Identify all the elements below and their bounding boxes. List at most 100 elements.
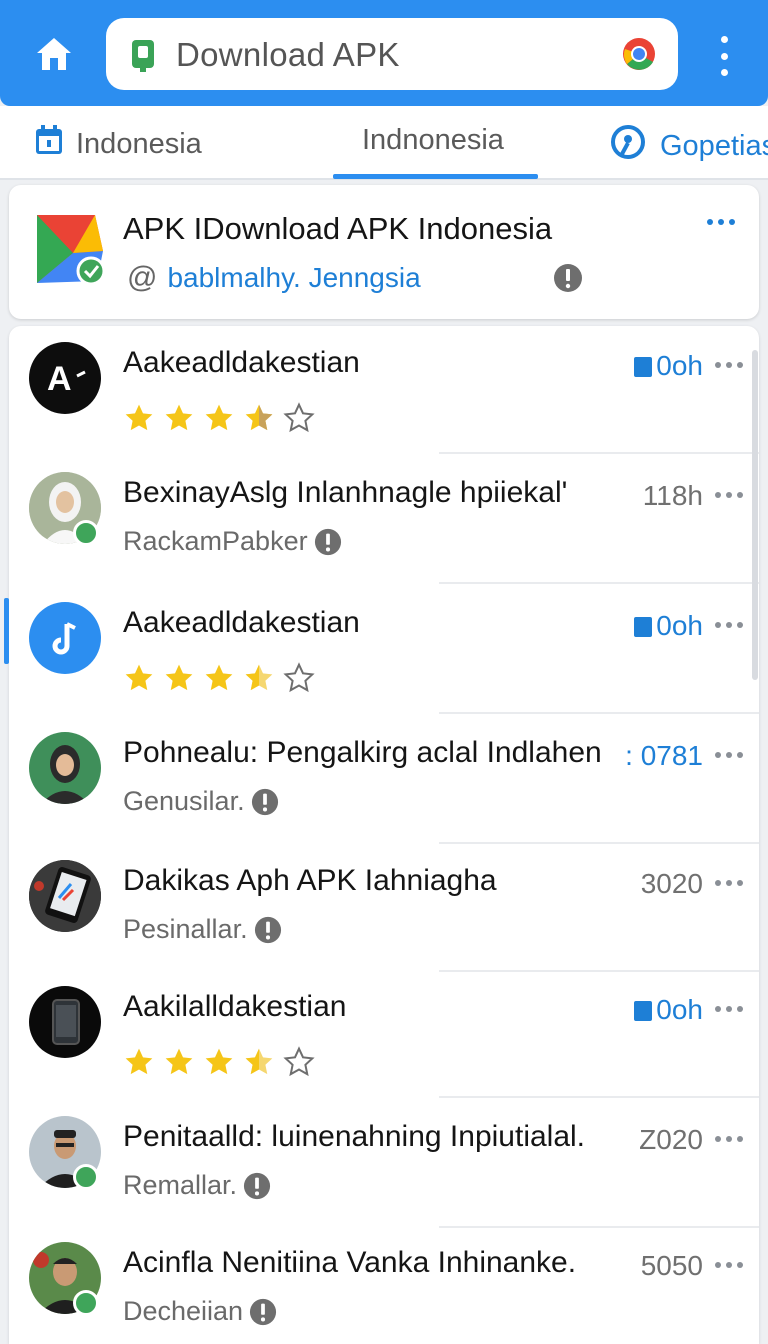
star-full-icon [165, 1048, 193, 1075]
star-rating [123, 662, 315, 694]
divider [439, 452, 759, 454]
item-title: Pohnealu: Pengalkirg aclal Indlahen [123, 736, 602, 769]
more-vert-icon[interactable] [710, 36, 738, 76]
star-full-icon [165, 664, 193, 691]
address-bar[interactable]: Download APK [106, 18, 678, 90]
item-subtitle: Pesinallar. [123, 914, 282, 945]
more-horiz-icon[interactable] [715, 752, 743, 758]
more-horiz-icon[interactable] [707, 219, 735, 225]
more-horiz-icon[interactable] [715, 880, 743, 886]
star-rating [123, 402, 315, 434]
item-meta: 118h [642, 480, 703, 511]
item-meta: 3020 [640, 868, 703, 899]
chrome-icon[interactable] [622, 37, 656, 71]
item-title: Aakilalldakestian [123, 990, 347, 1023]
svg-text:A: A [47, 360, 72, 398]
item-meta: 5050 [640, 1250, 703, 1281]
list-item[interactable]: Aakilalldakestian 0oh [9, 970, 759, 1098]
item-title: Aakeadldakestian [123, 606, 360, 639]
info-icon [243, 1172, 271, 1199]
more-horiz-icon[interactable] [715, 492, 743, 498]
lock-icon [128, 38, 158, 79]
info-icon[interactable] [553, 263, 583, 298]
star-half-icon [245, 664, 273, 691]
divider [439, 1096, 759, 1098]
item-meta: 0oh [634, 994, 703, 1026]
list-item[interactable]: Aakeadldakestian 0oh [9, 586, 759, 714]
music-app-icon [29, 602, 101, 674]
item-title: Penitaalld: luinenahning Inpiutialal. [123, 1120, 586, 1153]
tab-indonesia[interactable]: Indonesia [34, 124, 202, 164]
item-subtitle: RackamPabker [123, 526, 342, 557]
divider [439, 582, 759, 584]
star-full-icon [125, 404, 153, 431]
star-half-icon [245, 1048, 273, 1075]
item-title: Dakikas Aph APK Iahniagha [123, 864, 497, 897]
star-full-icon [125, 1048, 153, 1075]
list-item[interactable]: Penitaalld: luinenahning Inpiutialal. Re… [9, 1100, 759, 1228]
info-icon [251, 788, 278, 815]
url-text: Download APK [176, 36, 400, 73]
more-horiz-icon[interactable] [715, 1262, 743, 1268]
star-empty-icon [283, 1046, 315, 1077]
list-item[interactable]: Pohnealu: Pengalkirg aclal Indlahen Genu… [9, 716, 759, 844]
item-title: Acinfla Nenitiina Vanka Inhinanke. [123, 1246, 577, 1279]
more-horiz-icon[interactable] [715, 362, 743, 368]
star-full-icon [205, 1048, 233, 1075]
item-title: BexinayAslg Inlanhnagle hpiiekal' [123, 476, 568, 509]
phone-app-icon [29, 860, 101, 932]
tab-indnonesia[interactable]: Indnonesia [362, 124, 504, 157]
tab-label: Indnonesia [362, 124, 504, 156]
list-item[interactable]: Dakikas Aph APK Iahniagha Pesinallar. 30… [9, 844, 759, 972]
verified-badge-icon [73, 1164, 99, 1190]
apk-a-logo: A [29, 342, 101, 414]
checkbox-icon [634, 357, 653, 377]
tab-label: Indonesia [76, 127, 202, 160]
star-half-icon [245, 404, 273, 431]
info-icon [250, 1298, 277, 1325]
app-handle[interactable]: @ bablmalhy. Jenngsia [127, 261, 421, 295]
list-item[interactable]: BexinayAslg Inlanhnagle hpiiekal' Rackam… [9, 456, 759, 584]
item-meta: 0oh [634, 610, 703, 642]
star-rating [123, 1046, 315, 1078]
at-symbol: @ [127, 261, 158, 294]
app-title: APK IDownload APK Indonesia [123, 211, 553, 246]
item-subtitle: Decheiian [123, 1296, 277, 1327]
tab-label: Gopetias [660, 129, 768, 162]
divider [439, 712, 759, 714]
calendar-icon [34, 124, 64, 164]
star-empty-icon [283, 402, 315, 433]
star-full-icon [165, 404, 193, 431]
active-item-indicator [4, 598, 9, 664]
star-full-icon [125, 664, 153, 691]
active-tab-indicator [333, 174, 538, 179]
verified-badge-icon [73, 520, 99, 546]
star-full-icon [205, 404, 233, 431]
home-icon[interactable] [30, 30, 78, 78]
info-icon [254, 916, 281, 943]
item-title: Aakeadldakestian [123, 346, 360, 379]
checkbox-icon [634, 1001, 653, 1021]
location-icon [610, 124, 646, 168]
item-meta: Z020 [639, 1124, 703, 1155]
star-empty-icon [283, 662, 315, 693]
handle-text: bablmalhy. Jenngsia [167, 262, 421, 293]
phone-icon [29, 986, 101, 1058]
item-subtitle: Remallar. [123, 1170, 271, 1201]
list-item[interactable]: Acinfla Nenitiina Vanka Inhinanke. Deche… [9, 1226, 759, 1344]
item-subtitle: Genusilar. [123, 786, 279, 817]
more-horiz-icon[interactable] [715, 1136, 743, 1142]
more-horiz-icon[interactable] [715, 622, 743, 628]
app-list: A Aakeadldakestian 0oh BexinayAslg Inlan… [9, 326, 759, 1344]
verified-badge-icon [73, 1290, 99, 1316]
app-header-card[interactable]: APK IDownload APK Indonesia @ bablmalhy.… [9, 185, 759, 319]
item-meta: 0oh [634, 350, 703, 382]
list-item[interactable]: A Aakeadldakestian 0oh [9, 326, 759, 454]
tab-gopetias[interactable]: Gopetias [610, 124, 768, 168]
scrollbar[interactable] [752, 350, 758, 680]
more-horiz-icon[interactable] [715, 1006, 743, 1012]
info-icon [314, 528, 341, 555]
play-store-logo [35, 211, 115, 291]
checkbox-icon [634, 617, 653, 637]
top-app-bar: Download APK [0, 0, 768, 106]
